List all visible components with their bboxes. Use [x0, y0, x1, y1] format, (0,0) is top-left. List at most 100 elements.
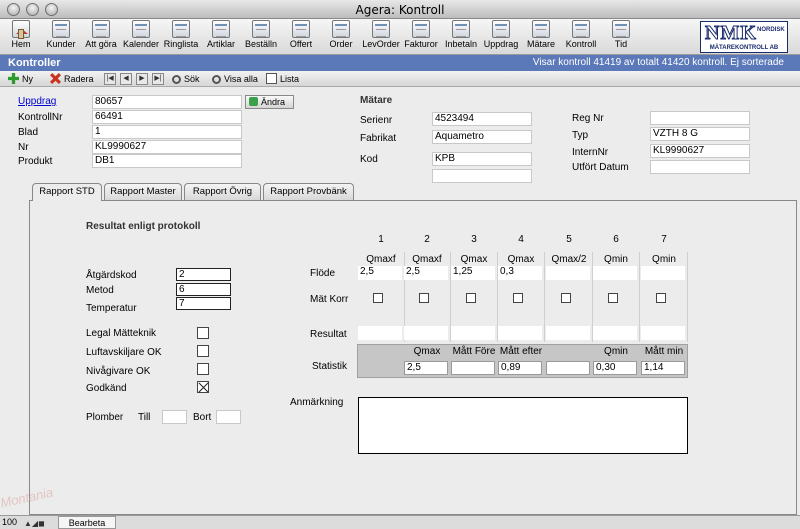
metod-field[interactable]: 6	[176, 283, 231, 296]
statistics-field[interactable]: 0,89	[498, 361, 542, 375]
list-button[interactable]: Lista	[266, 72, 299, 86]
delete-icon	[50, 73, 61, 84]
delete-record-button[interactable]: Radera	[50, 72, 94, 86]
matkorr-checkbox[interactable]	[608, 293, 618, 303]
column-number: 7	[661, 234, 667, 245]
calendar-icon	[52, 20, 70, 38]
atgardskod-field[interactable]: 2	[176, 268, 231, 281]
statistics-field[interactable]: 1,14	[641, 361, 685, 375]
toolbar-button-11[interactable]: Inbetaln	[442, 20, 480, 54]
show-all-label: Visa alla	[224, 74, 258, 84]
previous-record-button[interactable]: ◀	[120, 73, 132, 85]
toolbar-button-12[interactable]: Uppdrag	[482, 20, 520, 54]
toolbar-button-10[interactable]: Fakturor	[402, 20, 440, 54]
new-record-button[interactable]: Ny	[8, 72, 33, 86]
serienr-field[interactable]: 4523494	[432, 112, 532, 126]
toolbar-button-2[interactable]: Att göra	[82, 20, 120, 54]
toolbar-button-3[interactable]: Kalender	[122, 20, 160, 54]
kod-description-field[interactable]	[432, 169, 532, 183]
tab-rapport-provbank[interactable]: Rapport Provbänk	[263, 183, 354, 200]
toolbar-button-4[interactable]: Ringlista	[162, 20, 200, 54]
toolbar-button-0[interactable]: Hem	[2, 20, 40, 54]
statistics-field[interactable]	[451, 361, 495, 375]
anmarkning-textarea[interactable]	[358, 397, 688, 454]
resultat-field[interactable]	[451, 326, 495, 340]
toolbar-button-label: Kontroll	[565, 39, 597, 49]
list-icon	[266, 73, 277, 84]
resultat-field[interactable]	[498, 326, 542, 340]
flode-field[interactable]	[546, 266, 590, 280]
till-field[interactable]	[162, 410, 187, 424]
produkt-field[interactable]: DB1	[92, 154, 242, 168]
internnr-field[interactable]: KL9990627	[650, 144, 750, 158]
search-button[interactable]: Sök	[172, 72, 200, 86]
bort-field[interactable]	[216, 410, 241, 424]
toolbar-button-label: Uppdrag	[483, 39, 519, 49]
statistics-header: Qmax	[413, 346, 441, 357]
flode-field[interactable]: 2,5	[358, 266, 402, 280]
luftavskiljare-checkbox[interactable]	[197, 345, 209, 357]
uppdrag-field[interactable]: 80657	[92, 95, 242, 109]
flode-field[interactable]	[641, 266, 685, 280]
utfort-field[interactable]	[650, 160, 750, 174]
kontrollnr-field[interactable]: 66491	[92, 110, 242, 124]
toolbar-button-5[interactable]: Artiklar	[202, 20, 240, 54]
mode-indicator[interactable]: Bearbeta	[58, 516, 116, 529]
zoom-controls-icon[interactable]: ▲◢◼	[24, 519, 45, 528]
tab-rapport-master[interactable]: Rapport Master	[104, 183, 182, 200]
statistics-field[interactable]: 2,5	[404, 361, 448, 375]
toolbar-button-8[interactable]: Order	[322, 20, 360, 54]
zoom-level[interactable]: 100	[2, 517, 17, 527]
legal-matteknik-checkbox[interactable]	[197, 327, 209, 339]
uppdrag-link[interactable]: Uppdrag	[18, 96, 56, 107]
next-record-button[interactable]: ▶	[136, 73, 148, 85]
statistics-field[interactable]	[546, 361, 590, 375]
resultat-field[interactable]	[358, 326, 402, 340]
matkorr-checkbox[interactable]	[561, 293, 571, 303]
nr-field[interactable]: KL9990627	[92, 140, 242, 154]
nivagivare-checkbox[interactable]	[197, 363, 209, 375]
matkorr-checkbox[interactable]	[656, 293, 666, 303]
flow-type-label: Qmaxf	[366, 254, 396, 265]
toolbar-button-6[interactable]: Beställn	[242, 20, 280, 54]
toolbar-button-7[interactable]: Offert	[282, 20, 320, 54]
matkorr-checkbox[interactable]	[513, 293, 523, 303]
matkorr-checkbox[interactable]	[419, 293, 429, 303]
kod-field[interactable]: KPB	[432, 152, 532, 166]
show-all-button[interactable]: Visa alla	[212, 72, 258, 86]
column-number: 2	[424, 234, 430, 245]
flode-field[interactable]	[593, 266, 637, 280]
resultat-field[interactable]	[404, 326, 448, 340]
statistics-field[interactable]: 0,30	[593, 361, 637, 375]
resultat-field[interactable]	[546, 326, 590, 340]
tab-rapport-ovrig[interactable]: Rapport Övrig	[184, 183, 261, 200]
toolbar-button-9[interactable]: LevOrder	[362, 20, 400, 54]
matkorr-checkbox[interactable]	[373, 293, 383, 303]
nivagivare-label: Nivågivare OK	[86, 366, 151, 377]
toolbar-button-14[interactable]: Kontroll	[562, 20, 600, 54]
fabrikat-field[interactable]: Aquametro	[432, 130, 532, 144]
blad-field[interactable]: 1	[92, 125, 242, 139]
search-label: Sök	[184, 74, 200, 84]
flode-label: Flöde	[310, 268, 336, 279]
matkorr-checkbox[interactable]	[466, 293, 476, 303]
tab-rapport-std[interactable]: Rapport STD	[32, 183, 102, 201]
resultat-field[interactable]	[641, 326, 685, 340]
andra-button[interactable]: Ändra	[245, 95, 294, 109]
flode-field[interactable]: 0,3	[498, 266, 542, 280]
flode-field[interactable]: 2,5	[404, 266, 448, 280]
calendar-icon	[412, 20, 430, 38]
first-record-button[interactable]: |◀	[104, 73, 116, 85]
last-record-button[interactable]: ▶|	[152, 73, 164, 85]
resultat-field[interactable]	[593, 326, 637, 340]
flode-field[interactable]: 1,25	[451, 266, 495, 280]
temperatur-field[interactable]: 7	[176, 297, 231, 310]
toolbar-button-13[interactable]: Mätare	[522, 20, 560, 54]
toolbar-button-1[interactable]: Kunder	[42, 20, 80, 54]
godkand-checkbox[interactable]	[197, 381, 209, 393]
plus-icon	[8, 73, 19, 84]
typ-field[interactable]: VZTH 8 G	[650, 127, 750, 141]
regnr-field[interactable]	[650, 111, 750, 125]
toolbar-button-15[interactable]: Tid	[602, 20, 640, 54]
flow-type-label: Qmin	[604, 254, 628, 265]
